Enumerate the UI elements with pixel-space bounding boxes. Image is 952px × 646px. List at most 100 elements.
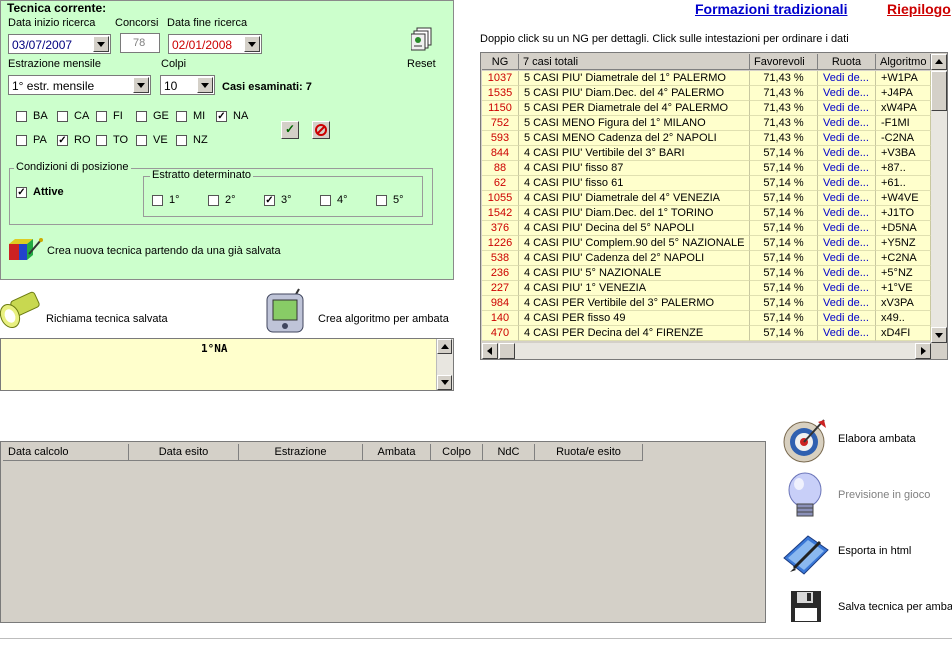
- cell-ng[interactable]: 470: [482, 326, 519, 341]
- table-row[interactable]: 88 4 CASI PIU' fisso 87 57,14 % Vedi de... +…: [482, 161, 932, 176]
- richiama-tecnica-button[interactable]: Richiama tecnica salvata: [46, 313, 168, 325]
- document-stack-icon[interactable]: [410, 27, 433, 51]
- table-row[interactable]: 62 4 CASI PIU' fisso 61 57,14 % Vedi de... +…: [482, 176, 932, 191]
- table-row[interactable]: 1055 4 CASI PIU' Diametrale del 4° VENEZI…: [482, 191, 932, 206]
- ruota-checkbox-to[interactable]: [96, 135, 107, 146]
- cell-ng[interactable]: 1535: [482, 86, 519, 101]
- scroll-right-arrow[interactable]: [915, 343, 931, 359]
- scroll-thumb[interactable]: [499, 343, 515, 359]
- cell-ng[interactable]: 752: [482, 116, 519, 131]
- chevron-down-icon[interactable]: [197, 77, 213, 93]
- attive-checkbox[interactable]: ✓: [16, 187, 27, 198]
- cell-ng[interactable]: 1226: [482, 236, 519, 251]
- crea-nuova-tecnica-link[interactable]: Crea nuova tecnica partendo da una già s…: [47, 245, 281, 257]
- cell-ng[interactable]: 984: [482, 296, 519, 311]
- lightbulb-icon[interactable]: [785, 470, 829, 522]
- ruota-checkbox-fi[interactable]: [96, 111, 107, 122]
- chevron-down-icon[interactable]: [244, 36, 260, 52]
- ruota-checkbox-ca[interactable]: [57, 111, 68, 122]
- estratto-checkbox-2[interactable]: [208, 195, 219, 206]
- risultati-header-6[interactable]: NdC: [483, 444, 535, 461]
- table-row[interactable]: 470 4 CASI PER Decina del 4° FIRENZE 57,14…: [482, 326, 932, 341]
- cell-ng[interactable]: 1037: [482, 71, 519, 86]
- table-row[interactable]: 1226 4 CASI PIU' Complem.90 del 5° NAZION…: [482, 236, 932, 251]
- table-row[interactable]: 376 4 CASI PIU' Decina del 5° NAPOLI 57,14…: [482, 221, 932, 236]
- table-row[interactable]: 236 4 CASI PIU' 5° NAZIONALE 57,14 % Vedi d…: [482, 266, 932, 281]
- cell-ng[interactable]: 376: [482, 221, 519, 236]
- cell-ng[interactable]: 844: [482, 146, 519, 161]
- casi-header-alg[interactable]: Algoritmo: [876, 54, 931, 70]
- pen-book-icon[interactable]: [780, 528, 832, 578]
- elabora-ambata-button[interactable]: Elabora ambata: [838, 433, 916, 445]
- concorsi-field[interactable]: 78: [120, 33, 160, 53]
- data-fine-select[interactable]: 02/01/2008: [168, 34, 262, 54]
- table-row[interactable]: 844 4 CASI PIU' Vertibile del 3° BARI 57,1…: [482, 146, 932, 161]
- table-row[interactable]: 752 5 CASI MENO Figura del 1° MILANO 71,43…: [482, 116, 932, 131]
- crea-algoritmo-button[interactable]: Crea algoritmo per ambata: [318, 313, 449, 325]
- link-riepilogo[interactable]: Riepilogo: [887, 1, 951, 17]
- table-row[interactable]: 1037 5 CASI PIU' Diametrale del 1° PALERM…: [482, 71, 932, 86]
- textarea-scrollbar[interactable]: [436, 339, 453, 390]
- risultati-header-2[interactable]: Data esito: [129, 444, 239, 461]
- risultati-header-1[interactable]: Data calcolo: [3, 444, 129, 461]
- table-row[interactable]: 227 4 CASI PIU' 1° VENEZIA 57,14 % Vedi de.…: [482, 281, 932, 296]
- risultati-header-5[interactable]: Colpo: [431, 444, 483, 461]
- esporta-html-button[interactable]: Esporta in html: [838, 545, 911, 557]
- cell-ng[interactable]: 88: [482, 161, 519, 176]
- risultati-header-4[interactable]: Ambata: [363, 444, 431, 461]
- cell-ng[interactable]: 62: [482, 176, 519, 191]
- table-row[interactable]: 593 5 CASI MENO Cadenza del 2° NAPOLI 71,4…: [482, 131, 932, 146]
- estratto-checkbox-5[interactable]: [376, 195, 387, 206]
- table-row[interactable]: 1150 5 CASI PER Diametrale del 4° PALERMO…: [482, 101, 932, 116]
- ruota-checkbox-pa[interactable]: [16, 135, 27, 146]
- handheld-device-icon[interactable]: [265, 288, 307, 334]
- estratto-checkbox-1[interactable]: [152, 195, 163, 206]
- risultati-header-7[interactable]: Ruota/e esito: [535, 444, 643, 461]
- scroll-up-arrow[interactable]: [931, 54, 947, 70]
- cube-wand-icon[interactable]: [7, 234, 43, 264]
- estratto-checkbox-3[interactable]: ✓: [264, 195, 275, 206]
- cell-ng[interactable]: 227: [482, 281, 519, 296]
- cell-ng[interactable]: 593: [482, 131, 519, 146]
- confirm-button[interactable]: ✓: [281, 121, 299, 139]
- cell-ng[interactable]: 236: [482, 266, 519, 281]
- cell-ng[interactable]: 1150: [482, 101, 519, 116]
- casi-header-ruota[interactable]: Ruota: [818, 54, 876, 70]
- cell-ng[interactable]: 1055: [482, 191, 519, 206]
- casi-header-fav[interactable]: Favorevoli: [750, 54, 818, 70]
- ruota-checkbox-ba[interactable]: [16, 111, 27, 122]
- link-formazioni-tradizionali[interactable]: Formazioni tradizionali: [695, 1, 847, 17]
- salva-tecnica-button[interactable]: Salva tecnica per ambata: [838, 601, 952, 613]
- scroll-left-arrow[interactable]: [482, 343, 498, 359]
- risultati-header-3[interactable]: Estrazione: [239, 444, 363, 461]
- scroll-down-arrow[interactable]: [437, 375, 452, 390]
- reset-button[interactable]: Reset: [407, 58, 436, 70]
- estrazione-select[interactable]: 1° estr. mensile: [8, 75, 151, 95]
- floppy-disk-icon[interactable]: [790, 590, 824, 624]
- ruota-checkbox-mi[interactable]: [176, 111, 187, 122]
- ruota-checkbox-ge[interactable]: [136, 111, 147, 122]
- colpi-select[interactable]: 10: [160, 75, 215, 95]
- target-icon[interactable]: [780, 416, 828, 464]
- ruota-checkbox-ro[interactable]: ✓: [57, 135, 68, 146]
- vertical-scrollbar[interactable]: [931, 54, 947, 343]
- ruota-checkbox-na[interactable]: ✓: [216, 111, 227, 122]
- cell-ng[interactable]: 140: [482, 311, 519, 326]
- table-row[interactable]: 1535 5 CASI PIU' Diam.Dec. del 4° PALERMO…: [482, 86, 932, 101]
- estratto-checkbox-4[interactable]: [320, 195, 331, 206]
- cell-ng[interactable]: 538: [482, 251, 519, 266]
- horizontal-scrollbar[interactable]: [482, 343, 931, 359]
- casi-header-desc[interactable]: 7 casi totali: [519, 54, 750, 70]
- scroll-thumb[interactable]: [931, 71, 947, 111]
- scroll-down-arrow[interactable]: [931, 327, 947, 343]
- flashlight-icon[interactable]: [0, 288, 42, 330]
- cell-ng[interactable]: 1542: [482, 206, 519, 221]
- tecnica-textarea[interactable]: 1°NA: [0, 338, 454, 391]
- table-row[interactable]: 140 4 CASI PER fisso 49 57,14 % Vedi de... x…: [482, 311, 932, 326]
- table-row[interactable]: 984 4 CASI PER Vertibile del 3° PALERMO 57…: [482, 296, 932, 311]
- table-row[interactable]: 538 4 CASI PIU' Cadenza del 2° NAPOLI 57,1…: [482, 251, 932, 266]
- scroll-up-arrow[interactable]: [437, 339, 452, 354]
- chevron-down-icon[interactable]: [93, 36, 109, 52]
- table-row[interactable]: 1542 4 CASI PIU' Diam.Dec. del 1° TORINO 5…: [482, 206, 932, 221]
- previsione-in-gioco-button[interactable]: Previsione in gioco: [838, 489, 930, 501]
